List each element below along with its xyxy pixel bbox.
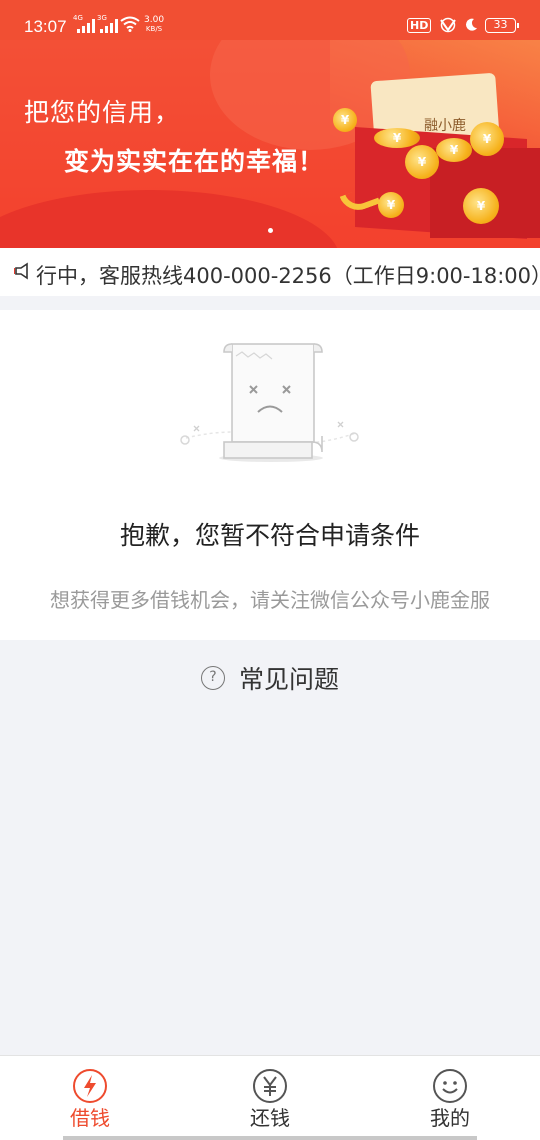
coin-icon: ¥ <box>378 192 404 218</box>
coin-icon: ¥ <box>470 122 504 156</box>
promo-banner[interactable]: 把您的信用， 变为实实在在的幸福！ 融小鹿 ¥ ¥ ¥ ¥ ¥ ¥ ¥ <box>0 40 540 248</box>
yen-icon <box>253 1069 287 1103</box>
lightning-icon <box>73 1069 107 1103</box>
banner-headline-2: 变为实实在在的幸福！ <box>64 147 325 176</box>
coin-icon: ¥ <box>405 145 439 179</box>
battery-icon: 33 <box>485 18 519 33</box>
banner-decoration-bottom <box>0 190 340 248</box>
marquee-text: 行中，客服热线400-000-2256（工作日9:00-18:00） <box>36 264 540 288</box>
coin-icon: ¥ <box>436 138 472 162</box>
network-speed: 3.00 KB/S <box>144 16 164 34</box>
banner-headline-1: 把您的信用， <box>24 98 181 127</box>
ineligible-notice-card: 抱歉，您暂不符合申请条件 想获得更多借钱机会，请关注微信公众号小鹿金服 <box>0 310 540 640</box>
speed-unit: KB/S <box>145 25 163 33</box>
moon-icon <box>466 18 477 31</box>
status-bar: 13:07 4G 3G 3.00 KB/S HD 33 <box>0 0 540 40</box>
status-time: 13:07 <box>24 17 67 36</box>
home-indicator <box>63 1136 477 1140</box>
coin-icon: ¥ <box>463 188 499 224</box>
tab-label-borrow: 借钱 <box>70 1106 110 1130</box>
question-icon: ? <box>200 666 225 690</box>
notice-title: 抱歉，您暂不符合申请条件 <box>119 521 420 550</box>
notice-subtitle: 想获得更多借钱机会，请关注微信公众号小鹿金服 <box>50 588 490 612</box>
smiley-icon <box>433 1069 467 1103</box>
tab-label-repay: 还钱 <box>250 1106 290 1130</box>
speaker-icon <box>14 262 28 280</box>
tab-repay[interactable]: 还钱 <box>180 1056 360 1140</box>
tab-label-mine: 我的 <box>430 1106 470 1130</box>
hd-icon: HD <box>407 18 432 33</box>
tab-borrow[interactable]: 借钱 <box>0 1056 180 1140</box>
tab-mine[interactable]: 我的 <box>360 1056 540 1140</box>
sad-document-illustration <box>180 343 359 462</box>
bottom-tab-bar: 借钱 还钱 我的 <box>0 1055 540 1140</box>
faq-title: 常见问题 <box>238 665 339 694</box>
carousel-indicator[interactable] <box>268 228 273 233</box>
notice-marquee[interactable]: 行中，客服热线400-000-2256（工作日9:00-18:00） <box>0 248 540 296</box>
signal-icon-2 <box>100 17 118 33</box>
coin-icon: ¥ <box>333 108 357 132</box>
coin-stack-icon: ¥ <box>374 128 420 148</box>
vibrate-icon <box>440 17 456 33</box>
faq-section-header[interactable]: ? 常见问题 <box>0 660 540 710</box>
speed-value: 3.00 <box>144 15 165 25</box>
wifi-icon <box>120 16 140 32</box>
signal-icon <box>77 17 95 33</box>
